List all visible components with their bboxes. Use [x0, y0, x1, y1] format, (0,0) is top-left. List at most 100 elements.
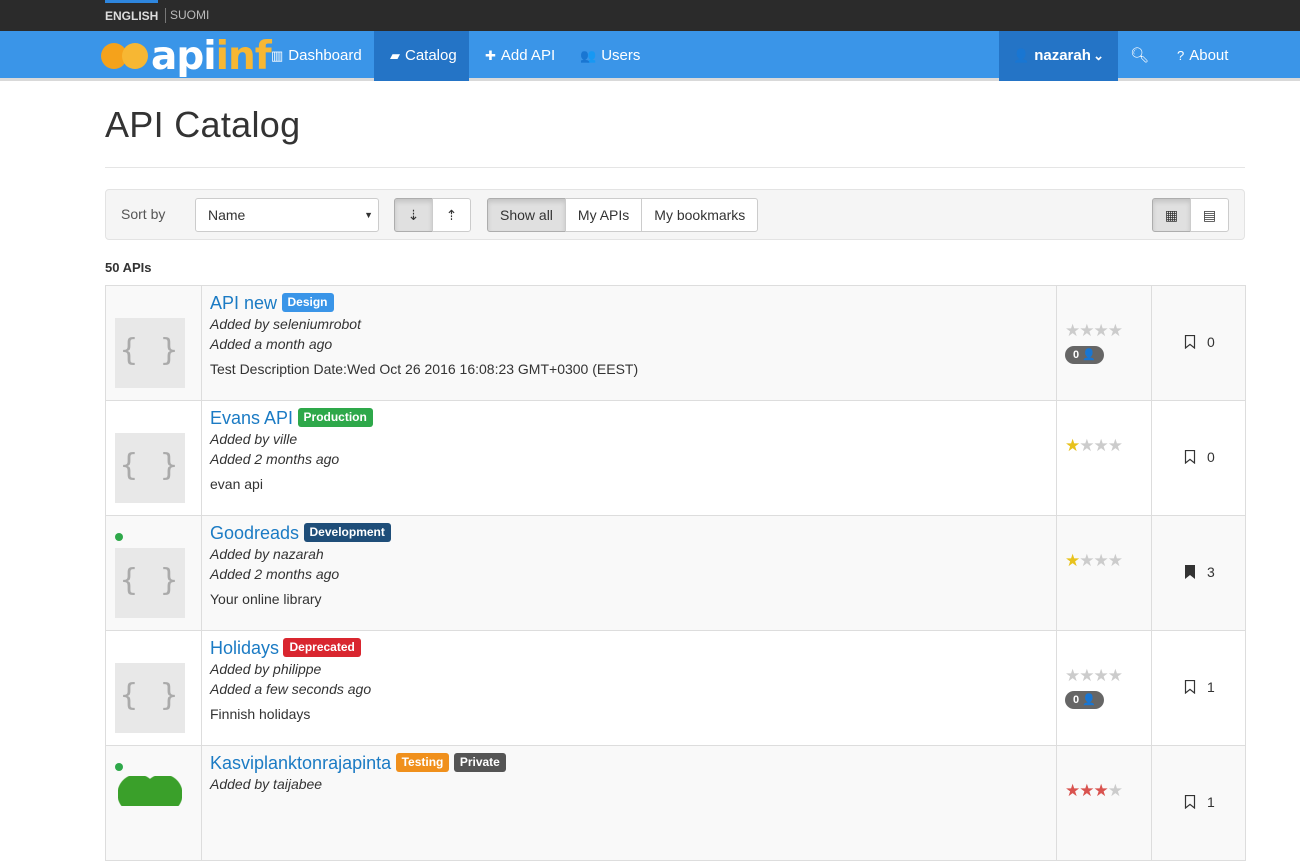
bookmark-count: 3 [1207, 564, 1215, 580]
api-name-link[interactable]: Kasviplanktonrajapinta [210, 752, 391, 774]
bookmark-button[interactable]: 3 [1184, 564, 1215, 580]
bookmark-count: 0 [1207, 334, 1215, 350]
sort-direction-group: ⇣ ⇡ [394, 198, 471, 232]
question-circle-icon: ? [1177, 48, 1185, 63]
star-rating[interactable]: ★★★★ [1065, 666, 1123, 685]
sort-select[interactable]: Name ▼ [195, 198, 379, 232]
table-icon: ▤ [1202, 207, 1217, 223]
view-mode-group: ▦ ▤ [1152, 198, 1229, 232]
star-icon[interactable]: ★ [1079, 781, 1094, 800]
lifecycle-badge: Design [281, 293, 334, 312]
star-icon[interactable]: ★ [1079, 551, 1094, 570]
nav-about[interactable]: ? About [1161, 31, 1244, 81]
star-icon[interactable]: ★ [1108, 551, 1123, 570]
table-row: { } API new Design Added by seleniumrobot A… [105, 285, 1246, 401]
user-menu[interactable]: 👤 nazarah ⌄ [999, 31, 1118, 81]
nav-dashboard[interactable]: ▥ Dashboard [255, 31, 378, 81]
language-separator [165, 8, 166, 23]
chevron-down-icon: ⌄ [1093, 48, 1104, 63]
grid-icon: ▦ [1164, 207, 1179, 223]
api-placeholder-icon: { } [115, 433, 185, 503]
user-rating-count: 0 👤 [1065, 346, 1104, 364]
my-bookmarks-button[interactable]: My bookmarks [641, 198, 759, 232]
sort-descending-button[interactable]: ⇡ [432, 198, 471, 232]
star-icon[interactable]: ★ [1108, 781, 1123, 800]
star-icon[interactable]: ★ [1079, 666, 1094, 685]
book-icon: ▰ [390, 48, 400, 63]
bookmark-count: 1 [1207, 794, 1215, 810]
added-by: Added by taijabee [210, 776, 323, 792]
star-icon[interactable]: ★ [1094, 781, 1109, 800]
bookmark-button[interactable]: 1 [1184, 794, 1215, 810]
api-thumbnail-cell: { } [105, 285, 202, 401]
bookmark-icon [1185, 565, 1195, 579]
language-suomi[interactable]: SUOMI [170, 0, 209, 31]
caret-down-icon: ▼ [364, 210, 373, 220]
language-bar: ENGLISH SUOMI [0, 0, 1300, 31]
private-badge: Private [453, 753, 506, 772]
star-icon[interactable]: ★ [1094, 666, 1109, 685]
added-when: Added 2 months ago [210, 566, 340, 582]
api-name-link[interactable]: API new [210, 292, 277, 314]
nav-catalog[interactable]: ▰ Catalog [374, 31, 469, 81]
language-english[interactable]: ENGLISH [105, 0, 159, 31]
star-icon[interactable]: ★ [1065, 781, 1080, 800]
user-rating-count: 0 👤 [1065, 691, 1104, 709]
search-button[interactable]: 🔍︎ [1118, 31, 1161, 81]
sort-label: Sort by [121, 206, 166, 222]
star-icon[interactable]: ★ [1108, 666, 1123, 685]
star-icon[interactable]: ★ [1065, 551, 1080, 570]
api-description: Your online library [210, 591, 322, 607]
show-all-button[interactable]: Show all [487, 198, 566, 232]
star-icon[interactable]: ★ [1108, 436, 1123, 455]
api-description: Finnish holidays [210, 706, 311, 722]
star-icon[interactable]: ★ [1079, 436, 1094, 455]
sort-descending-icon: ⇡ [445, 207, 458, 223]
star-icon[interactable]: ★ [1065, 436, 1080, 455]
star-rating[interactable]: ★★★★ [1065, 321, 1123, 340]
added-by: Added by nazarah [210, 546, 324, 562]
api-description: evan api [210, 476, 263, 492]
grid-view-button[interactable]: ▦ [1152, 198, 1191, 232]
star-rating[interactable]: ★★★★ [1065, 436, 1123, 455]
star-icon[interactable]: ★ [1094, 321, 1109, 340]
rating-cell: ★★★★ 0 👤 [1056, 285, 1152, 401]
lifecycle-badge: Production [297, 408, 373, 427]
star-icon[interactable]: ★ [1094, 436, 1109, 455]
title-divider [105, 167, 1245, 168]
bookmark-button[interactable]: 1 [1184, 679, 1215, 695]
logo-text: apiinf [151, 34, 272, 79]
api-name-link[interactable]: Holidays [210, 637, 279, 659]
star-icon[interactable]: ★ [1065, 321, 1080, 340]
added-by: Added by philippe [210, 661, 322, 677]
api-table: { } API new Design Added by seleniumrobot A… [105, 285, 1246, 861]
api-logo [118, 776, 182, 806]
api-name-link[interactable]: Evans API [210, 407, 293, 429]
star-rating[interactable]: ★★★★ [1065, 781, 1123, 800]
nav-add-api[interactable]: ✚ Add API [469, 31, 571, 81]
api-thumbnail-cell: { } [105, 515, 202, 631]
added-when: Added a month ago [210, 336, 333, 352]
api-name-link[interactable]: Goodreads [210, 522, 299, 544]
star-icon[interactable]: ★ [1079, 321, 1094, 340]
star-rating[interactable]: ★★★★ [1065, 551, 1123, 570]
added-when: Added a few seconds ago [210, 681, 372, 697]
table-view-button[interactable]: ▤ [1190, 198, 1229, 232]
nav-users[interactable]: 👥 Users [564, 31, 656, 81]
filter-bar: Sort by Name ▼ ⇣ ⇡ Show all My APIs My bo… [105, 189, 1245, 240]
apinf-logo[interactable]: apiinf [101, 34, 272, 79]
star-icon[interactable]: ★ [1065, 666, 1080, 685]
added-when: Added 2 months ago [210, 451, 340, 467]
show-filter-group: Show all My APIs My bookmarks [487, 198, 759, 232]
lifecycle-badge: Development [303, 523, 391, 542]
api-info-cell: API new Design Added by seleniumrobot Adde… [201, 285, 1057, 401]
bookmark-button[interactable]: 0 [1184, 449, 1215, 465]
star-icon[interactable]: ★ [1108, 321, 1123, 340]
sort-ascending-button[interactable]: ⇣ [394, 198, 433, 232]
user-icon: 👤 [1013, 48, 1030, 63]
bookmark-button[interactable]: 0 [1184, 334, 1215, 350]
navbar: apiinf ▥ Dashboard ▰ Catalog ✚ Add API 👥 Use… [0, 31, 1300, 81]
star-icon[interactable]: ★ [1094, 551, 1109, 570]
my-apis-button[interactable]: My APIs [564, 198, 643, 232]
api-thumbnail-cell: { } [105, 400, 202, 516]
